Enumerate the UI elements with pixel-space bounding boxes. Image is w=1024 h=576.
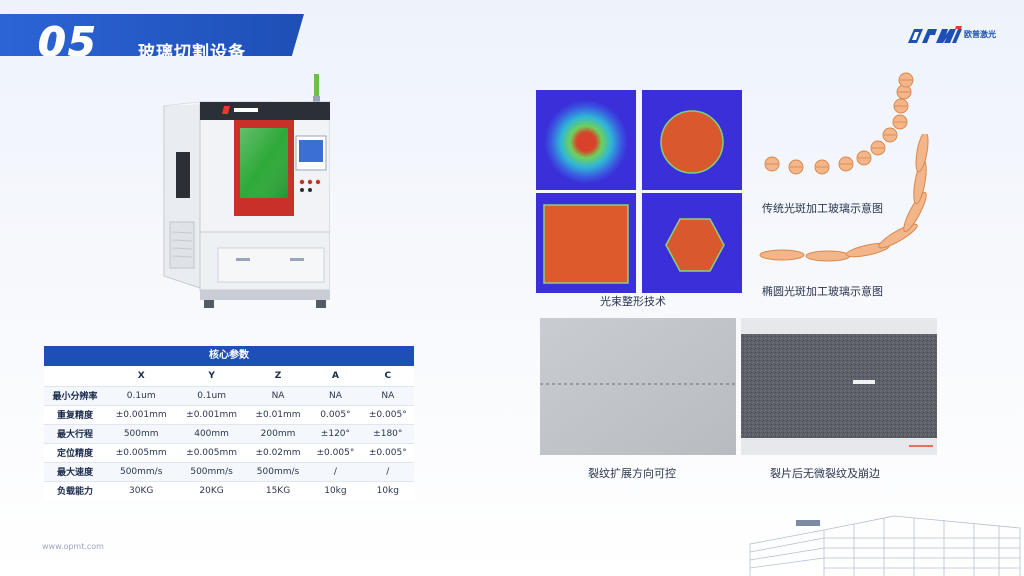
table-cell: 20KG (176, 480, 247, 500)
brand-logo: 欧普激光 (906, 26, 996, 48)
table-cell: NA (309, 385, 362, 405)
row-label: 重复精度 (44, 404, 106, 424)
table-cell: / (309, 461, 362, 481)
table-cell: 30KG (106, 480, 177, 500)
table-cell: 400mm (176, 423, 247, 443)
table-row: 最大行程 500mm 400mm 200mm ±120° ±180° (44, 423, 414, 443)
section-title: 玻璃切割设备 (138, 43, 246, 63)
opmt-logo-icon (908, 26, 962, 43)
factory-building-sketch-icon (749, 515, 1021, 576)
table-cell: 0.005° (309, 404, 362, 424)
gaussian-spot-image (536, 90, 636, 190)
table-cell: NA (361, 385, 414, 405)
beam-shaping-caption: 光束整形技术 (600, 295, 666, 308)
row-label: 最大行程 (44, 423, 106, 443)
table-cell: ±0.005mm (106, 442, 177, 462)
round-flat-top-spot-image (642, 90, 742, 190)
table-cell: / (361, 461, 414, 481)
row-label: 定位精度 (44, 442, 106, 462)
section-number: 05 (38, 20, 98, 66)
logo-text: 欧普激光 (964, 30, 996, 39)
table-cell: 500mm/s (246, 461, 310, 481)
table-cell: 200mm (246, 423, 310, 443)
footer-url: www.opmt.com (42, 542, 104, 551)
column-header-a: A (309, 366, 362, 386)
table-caption: 核心参数 (44, 346, 414, 366)
no-microcrack-caption: 裂片后无微裂纹及崩边 (770, 467, 880, 480)
table-cell: ±120° (309, 423, 362, 443)
hexagon-spot-image (642, 193, 742, 293)
table-cell: ±0.02mm (246, 442, 310, 462)
table-cell: ±0.005mm (176, 442, 247, 462)
table-row: 定位精度 ±0.005mm ±0.005mm ±0.02mm ±0.005° ±… (44, 442, 414, 462)
table-cell: ±0.005° (309, 442, 362, 462)
table-cell: 10kg (309, 480, 362, 500)
row-label: 负载能力 (44, 480, 106, 500)
table-cell: ±0.01mm (246, 404, 310, 424)
table-row: 负载能力 30KG 20KG 15KG 10kg 10kg (44, 480, 414, 500)
column-header-y: Y (176, 366, 247, 386)
table-cell: ±0.005° (361, 442, 414, 462)
table-row: 最大速度 500mm/s 500mm/s 500mm/s / / (44, 461, 414, 481)
table-cell: 500mm (106, 423, 177, 443)
core-parameters-table: 核心参数 X Y Z A C 最小分辨率 0.1um 0.1um NA NA N… (44, 346, 414, 500)
table-cell: 0.1um (176, 385, 247, 405)
table-header-row: X Y Z A C (44, 366, 414, 386)
table-cell: 10kg (361, 480, 414, 500)
table-cell: ±0.005° (361, 404, 414, 424)
table-cell: ±0.001mm (106, 404, 177, 424)
table-cell: 500mm/s (106, 461, 177, 481)
table-cell: 15KG (246, 480, 310, 500)
glass-cutting-machine-illustration (163, 74, 330, 308)
column-header-c: C (361, 366, 414, 386)
header-bar: 05 玻璃切割设备 (0, 14, 304, 56)
table-cell: 0.1um (106, 385, 177, 405)
elliptical-spot-diagram (759, 134, 929, 262)
slide: 05 玻璃切割设备 欧普激光 核心参数 X Y Z A C 最小分辨率 0.1u… (0, 0, 1024, 576)
square-spot-image (536, 193, 636, 293)
table-cell: NA (246, 385, 310, 405)
column-header-x: X (106, 366, 177, 386)
row-label: 最小分辨率 (44, 385, 106, 405)
table-row: 重复精度 ±0.001mm ±0.001mm ±0.01mm 0.005° ±0… (44, 404, 414, 424)
column-header (44, 366, 106, 386)
table-row: 最小分辨率 0.1um 0.1um NA NA NA (44, 385, 414, 405)
column-header-z: Z (246, 366, 310, 386)
crack-direction-photo (540, 318, 736, 455)
table-cell: ±180° (361, 423, 414, 443)
table-cell: 500mm/s (176, 461, 247, 481)
crack-direction-caption: 裂纹扩展方向可控 (588, 467, 676, 480)
no-microcrack-photo (741, 318, 937, 455)
elliptical-spot-caption: 椭圆光斑加工玻璃示意图 (762, 285, 883, 298)
table-cell: ±0.001mm (176, 404, 247, 424)
row-label: 最大速度 (44, 461, 106, 481)
